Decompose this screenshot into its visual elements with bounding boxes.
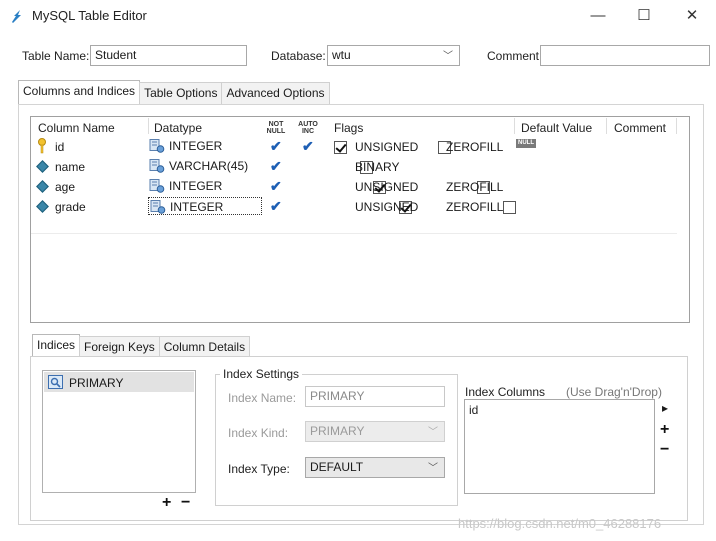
table-row[interactable] bbox=[31, 137, 677, 157]
database-value: wtu bbox=[332, 48, 351, 62]
tab-column-details[interactable]: Column Details bbox=[158, 336, 251, 358]
index-list-label: PRIMARY bbox=[69, 376, 124, 390]
close-button[interactable]: ✕ bbox=[669, 4, 715, 28]
index-icon bbox=[48, 375, 63, 389]
comment-input[interactable] bbox=[540, 45, 710, 66]
index-kind-value: PRIMARY bbox=[310, 424, 365, 438]
datatype-label: INTEGER bbox=[169, 179, 223, 193]
datatype-cell[interactable]: INTEGER bbox=[148, 197, 262, 215]
header-divider bbox=[148, 118, 149, 134]
flag-label: UNSIGNED bbox=[355, 200, 419, 214]
not-null-check-icon[interactable]: ✔ bbox=[270, 138, 282, 155]
database-label: Database: bbox=[271, 49, 326, 63]
index-settings-title: Index Settings bbox=[220, 367, 303, 381]
datatype-cell[interactable]: INTEGER bbox=[148, 137, 262, 155]
not-null-check-icon[interactable]: ✔ bbox=[270, 198, 282, 215]
index-type-label: Index Type: bbox=[228, 462, 290, 476]
column-name-cell[interactable]: name bbox=[55, 160, 85, 174]
header-not-null-line1: NOT bbox=[268, 121, 284, 128]
table-name-input[interactable]: Student bbox=[90, 45, 247, 66]
zerofill-checkbox[interactable] bbox=[503, 201, 516, 215]
index-columns-hint: (Use Drag'n'Drop) bbox=[566, 385, 662, 399]
auto-inc-check-icon[interactable]: ✔ bbox=[302, 138, 314, 155]
move-column-button[interactable]: ▸ bbox=[662, 401, 668, 415]
window-title: MySQL Table Editor bbox=[32, 8, 147, 23]
tab-indices[interactable]: Indices bbox=[32, 334, 81, 358]
header-divider bbox=[676, 118, 677, 134]
datatype-icon bbox=[149, 139, 165, 153]
index-columns-list bbox=[464, 399, 655, 494]
datatype-icon bbox=[150, 200, 166, 214]
index-column-item[interactable]: id bbox=[469, 403, 478, 417]
chevron-down-icon: ﹀ bbox=[443, 51, 453, 62]
datatype-cell[interactable]: VARCHAR(45) bbox=[148, 157, 262, 175]
tab-columns-and-indices[interactable]: Columns and Indices bbox=[18, 80, 141, 104]
grid-empty-line bbox=[31, 233, 677, 234]
remove-index-button[interactable]: − bbox=[181, 494, 190, 512]
header-auto-inc-line2: INC bbox=[301, 128, 315, 135]
tab-table-options[interactable]: Table Options bbox=[139, 82, 223, 104]
comment-label: Comment: bbox=[487, 49, 543, 63]
app-logo-icon bbox=[12, 10, 21, 23]
datatype-label: VARCHAR(45) bbox=[169, 159, 249, 173]
chevron-down-icon: ﹀ bbox=[428, 463, 438, 474]
remove-column-button[interactable]: − bbox=[660, 441, 669, 459]
header-comment: Comment bbox=[614, 121, 667, 135]
header-datatype: Datatype bbox=[154, 121, 203, 135]
main-tabs: Columns and Indices Table Options Advanc… bbox=[18, 80, 330, 104]
flag-label: BINARY bbox=[355, 160, 400, 174]
datatype-label: INTEGER bbox=[169, 139, 223, 153]
tab-foreign-keys[interactable]: Foreign Keys bbox=[79, 336, 160, 358]
header-auto-inc-line1: AUTO bbox=[298, 121, 318, 128]
header-default-value: Default Value bbox=[521, 121, 593, 135]
zerofill-label: ZEROFILL bbox=[446, 140, 504, 154]
tab-advanced-options[interactable]: Advanced Options bbox=[221, 82, 330, 104]
table-row[interactable] bbox=[31, 157, 677, 177]
header-divider bbox=[514, 118, 515, 134]
not-null-check-icon[interactable]: ✔ bbox=[270, 178, 282, 195]
table-name-label: Table Name: bbox=[22, 49, 90, 63]
index-list-item-primary[interactable]: PRIMARY bbox=[44, 372, 194, 392]
datatype-icon bbox=[149, 159, 165, 173]
datatype-label: INTEGER bbox=[170, 200, 224, 214]
index-kind-select[interactable]: PRIMARY ﹀ bbox=[305, 421, 445, 442]
header-column-name: Column Name bbox=[38, 121, 115, 135]
index-type-select[interactable]: DEFAULT ﹀ bbox=[305, 457, 445, 478]
flag-checkbox[interactable] bbox=[334, 141, 347, 155]
flag-label: UNSIGNED bbox=[355, 180, 419, 194]
add-column-button[interactable]: + bbox=[660, 421, 669, 439]
index-columns-label: Index Columns bbox=[465, 385, 546, 399]
header-not-null-line2: NULL bbox=[266, 128, 286, 135]
null-default-badge[interactable]: NULL bbox=[516, 139, 536, 148]
not-null-check-icon[interactable]: ✔ bbox=[270, 158, 282, 175]
index-kind-label: Index Kind: bbox=[228, 426, 289, 440]
database-select[interactable]: wtu ﹀ bbox=[327, 45, 460, 66]
add-index-button[interactable]: + bbox=[162, 494, 171, 512]
header-flags: Flags bbox=[334, 121, 364, 135]
chevron-down-icon: ﹀ bbox=[428, 427, 438, 438]
column-name-cell[interactable]: age bbox=[55, 180, 75, 194]
index-name-label: Index Name: bbox=[228, 391, 297, 405]
zerofill-label: ZEROFILL bbox=[446, 180, 504, 194]
header-auto-inc: AUTO INC bbox=[298, 121, 318, 135]
header-not-null: NOT NULL bbox=[266, 121, 286, 135]
index-type-value: DEFAULT bbox=[310, 460, 364, 474]
primary-key-icon bbox=[38, 138, 46, 154]
flag-label: UNSIGNED bbox=[355, 140, 419, 154]
sub-tabs: Indices Foreign Keys Column Details bbox=[32, 334, 251, 358]
maximize-button[interactable]: ☐ bbox=[621, 4, 667, 28]
watermark: https://blog.csdn.net/m0_46288176 bbox=[458, 516, 662, 531]
datatype-cell[interactable]: INTEGER bbox=[148, 177, 262, 195]
column-name-cell[interactable]: id bbox=[55, 140, 64, 154]
table-row[interactable] bbox=[31, 177, 677, 197]
table-row[interactable] bbox=[31, 197, 677, 217]
minimize-button[interactable]: — bbox=[575, 4, 621, 28]
datatype-icon bbox=[149, 179, 165, 193]
header-divider bbox=[606, 118, 607, 134]
index-name-input[interactable]: PRIMARY bbox=[305, 386, 445, 407]
column-name-cell[interactable]: grade bbox=[55, 200, 86, 214]
zerofill-label: ZEROFILL bbox=[446, 200, 504, 214]
